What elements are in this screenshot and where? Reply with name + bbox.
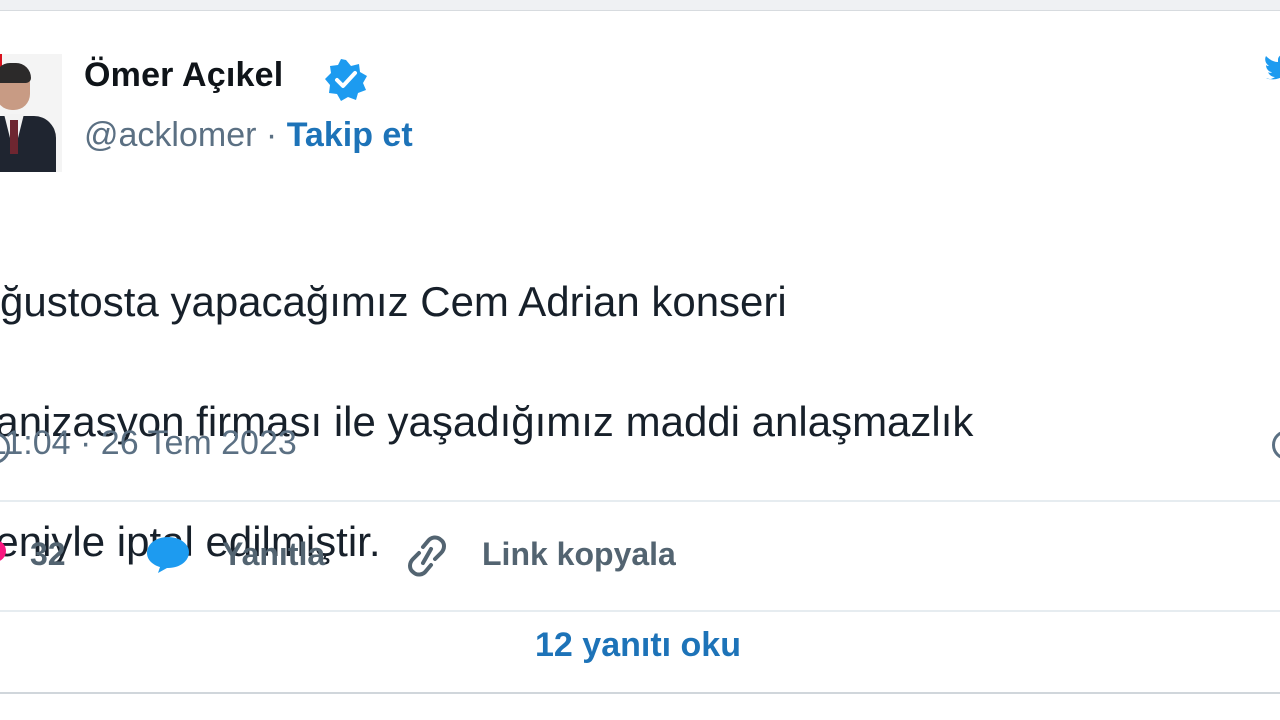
avatar-hair xyxy=(0,63,31,83)
verified-badge-icon xyxy=(325,59,367,101)
reply-button[interactable]: Yanıtla xyxy=(222,536,325,573)
follow-button[interactable]: Takip et xyxy=(287,116,413,154)
tweet-time: 11:04 xyxy=(0,424,71,462)
like-count[interactable]: 32 xyxy=(30,536,66,573)
copy-link-button[interactable]: Link kopyala xyxy=(482,536,676,573)
avatar[interactable] xyxy=(0,54,62,172)
avatar-tie xyxy=(10,120,18,154)
read-replies-button[interactable]: 12 yanıtı oku xyxy=(0,626,1276,665)
divider-top xyxy=(0,500,1280,502)
frame-top-border xyxy=(0,0,1280,11)
heart-icon[interactable] xyxy=(0,540,6,562)
tweet-timestamp[interactable]: 11:04 · 26 Tem 2023 xyxy=(0,424,297,463)
tweet-actions: 32 Yanıtla Link kopyala xyxy=(0,532,1280,582)
tweet-date: 26 Tem 2023 xyxy=(100,424,297,462)
author-handle[interactable]: @acklomer xyxy=(84,116,256,154)
tweet-text-line-1: Ağustosta yapacağımız Cem Adrian konseri xyxy=(0,278,787,325)
author-name[interactable]: Ömer Açıkel xyxy=(84,56,283,95)
frame-bottom-border xyxy=(0,692,1280,694)
divider-bottom xyxy=(0,610,1280,612)
handle-separator: · xyxy=(265,116,278,154)
date-separator: · xyxy=(80,424,92,462)
twitter-bird-icon[interactable] xyxy=(1262,50,1280,90)
handle-row: @acklomer · Takip et xyxy=(84,116,413,155)
chain-link-icon[interactable] xyxy=(402,534,452,578)
speech-bubble-icon[interactable] xyxy=(144,534,192,574)
